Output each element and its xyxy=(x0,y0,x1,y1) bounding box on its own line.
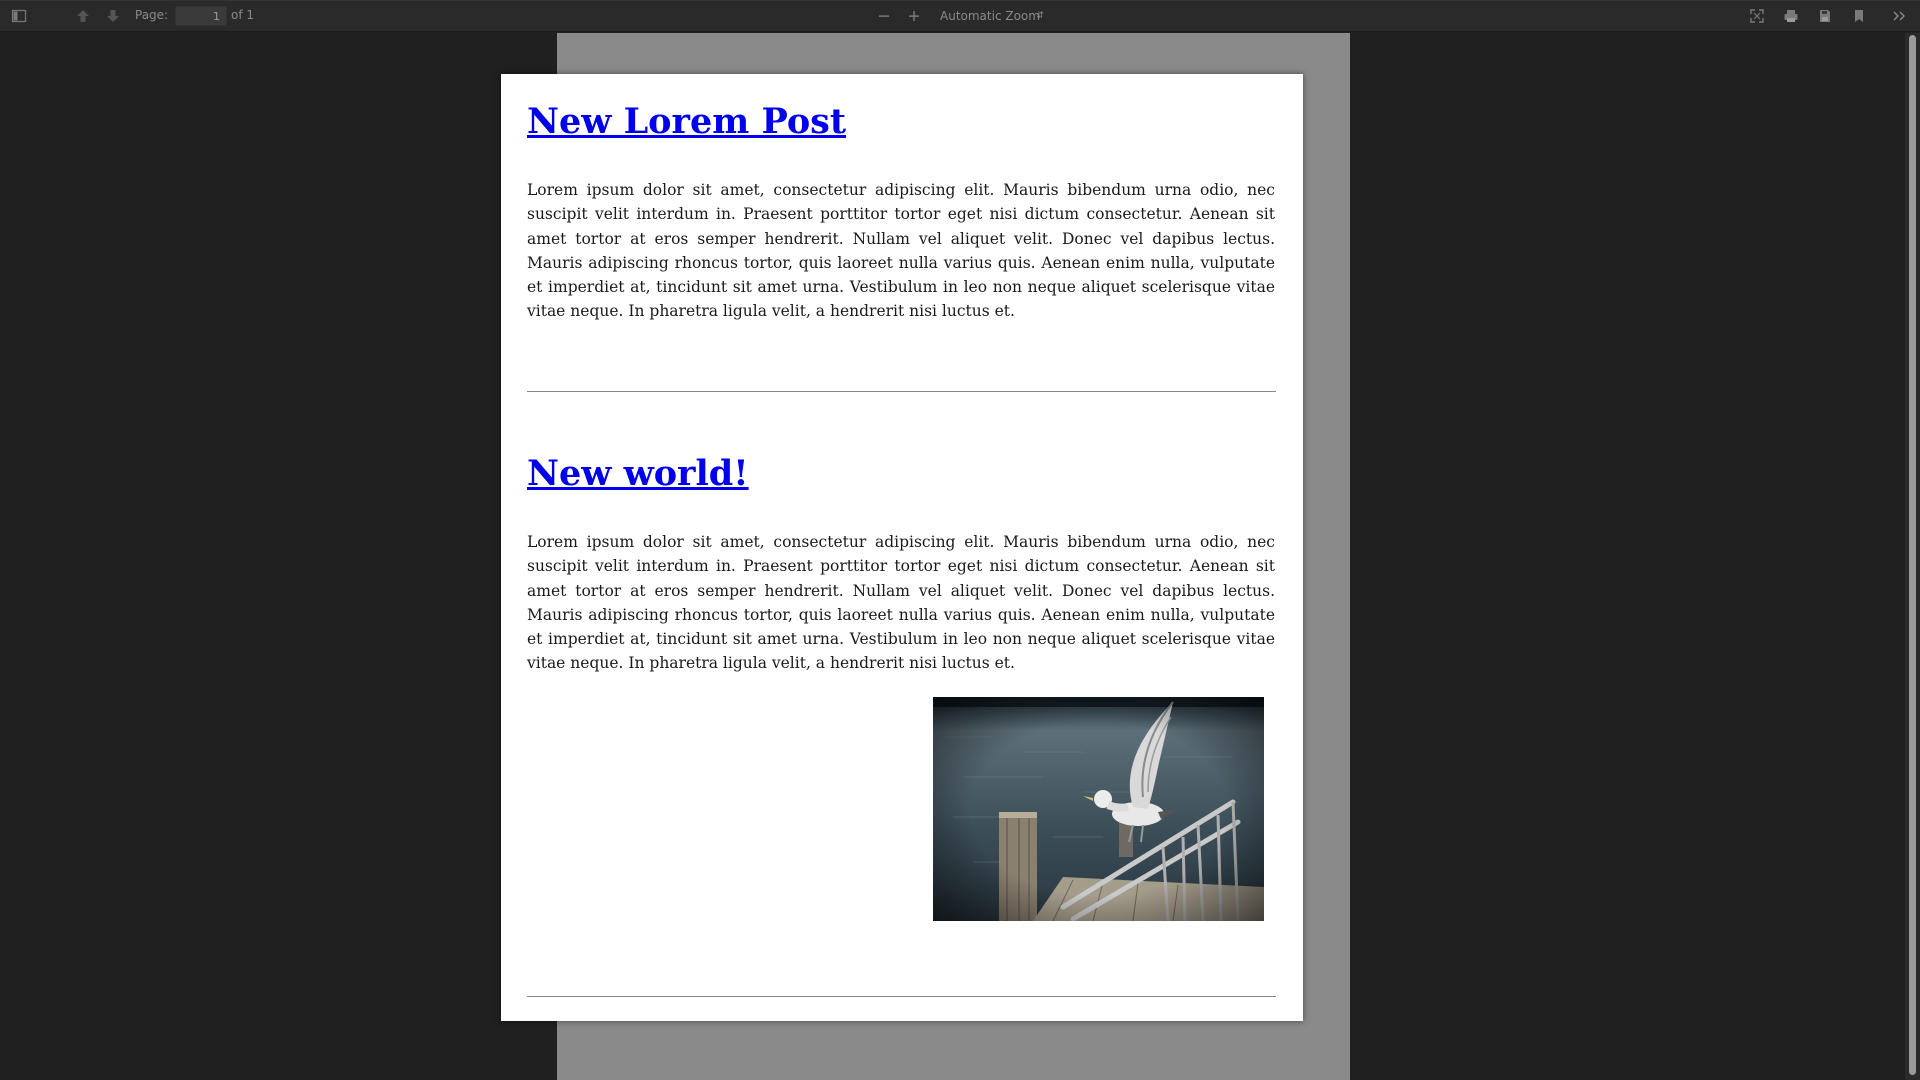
document-page: New Lorem Post Lorem ipsum dolor sit ame… xyxy=(501,74,1303,1021)
print-icon[interactable] xyxy=(1780,4,1802,28)
post: New Lorem Post Lorem ipsum dolor sit ame… xyxy=(527,100,1275,324)
pdf-toolbar: Page: of 1 Automatic Zoom ⇵ xyxy=(0,0,1920,32)
tools-icon[interactable] xyxy=(1888,4,1910,28)
page-number-input[interactable] xyxy=(175,6,227,26)
post-title-link[interactable]: New world! xyxy=(527,452,749,496)
sidebar-toggle-icon[interactable] xyxy=(8,4,30,28)
zoom-out-icon[interactable] xyxy=(873,4,895,28)
post-divider xyxy=(527,391,1276,392)
scrollbar-thumb[interactable] xyxy=(1909,35,1916,1075)
next-page-icon[interactable] xyxy=(102,4,124,28)
download-icon[interactable] xyxy=(1814,4,1836,28)
vertical-scrollbar[interactable] xyxy=(1905,33,1920,1080)
previous-page-icon[interactable] xyxy=(72,4,94,28)
bookmark-icon[interactable] xyxy=(1848,4,1870,28)
presentation-mode-icon[interactable] xyxy=(1746,4,1768,28)
select-caret-icon: ⇵ xyxy=(1036,11,1044,21)
seagull-photo xyxy=(933,697,1264,921)
zoom-select[interactable]: Automatic Zoom ⇵ xyxy=(932,6,1052,26)
zoom-select-value: Automatic Zoom xyxy=(940,9,1040,23)
post-divider xyxy=(527,996,1276,997)
document-viewer[interactable]: New Lorem Post Lorem ipsum dolor sit ame… xyxy=(0,33,1905,1080)
post-body: Lorem ipsum dolor sit amet, consectetur … xyxy=(527,181,1275,321)
post-title-link[interactable]: New Lorem Post xyxy=(527,100,846,144)
page-label: Page: xyxy=(135,8,169,22)
page-count-label: of 1 xyxy=(231,8,255,22)
post-body: Lorem ipsum dolor sit amet, consectetur … xyxy=(527,533,1275,673)
zoom-in-icon[interactable] xyxy=(903,4,925,28)
post: New world! Lorem ipsum dolor sit amet, c… xyxy=(527,452,1275,676)
